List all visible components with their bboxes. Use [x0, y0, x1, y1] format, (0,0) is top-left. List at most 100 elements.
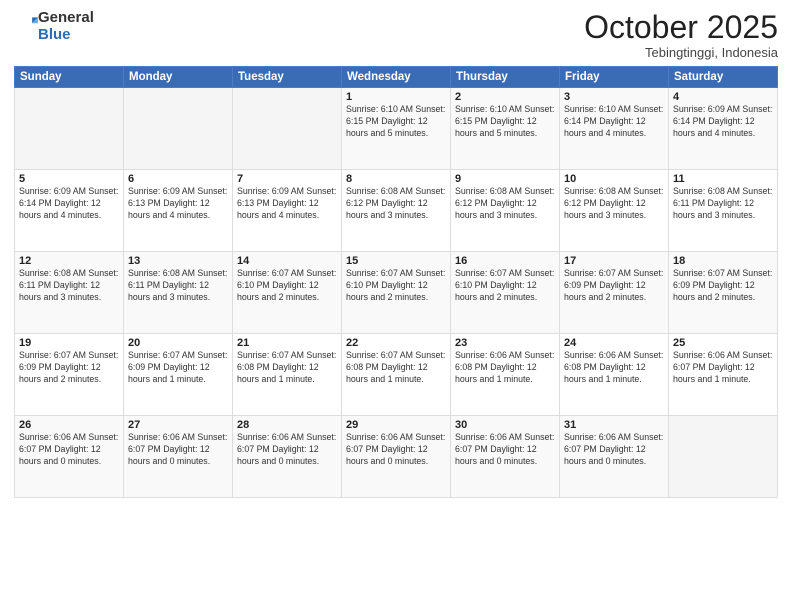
col-saturday: Saturday [669, 67, 778, 88]
calendar-cell-w5-d1: 26Sunrise: 6:06 AM Sunset: 6:07 PM Dayli… [15, 416, 124, 498]
calendar-cell-w4-d5: 23Sunrise: 6:06 AM Sunset: 6:08 PM Dayli… [451, 334, 560, 416]
calendar-cell-w4-d7: 25Sunrise: 6:06 AM Sunset: 6:07 PM Dayli… [669, 334, 778, 416]
day-number-11: 11 [673, 173, 773, 185]
week-row-5: 26Sunrise: 6:06 AM Sunset: 6:07 PM Dayli… [15, 416, 778, 498]
day-info-17: Sunrise: 6:07 AM Sunset: 6:09 PM Dayligh… [564, 268, 664, 304]
day-info-12: Sunrise: 6:08 AM Sunset: 6:11 PM Dayligh… [19, 268, 119, 304]
day-number-5: 5 [19, 173, 119, 185]
day-info-28: Sunrise: 6:06 AM Sunset: 6:07 PM Dayligh… [237, 432, 337, 468]
calendar-cell-w3-d4: 15Sunrise: 6:07 AM Sunset: 6:10 PM Dayli… [342, 252, 451, 334]
day-info-10: Sunrise: 6:08 AM Sunset: 6:12 PM Dayligh… [564, 186, 664, 222]
day-number-2: 2 [455, 91, 555, 103]
col-friday: Friday [560, 67, 669, 88]
calendar: Sunday Monday Tuesday Wednesday Thursday… [14, 66, 778, 498]
calendar-cell-w1-d7: 4Sunrise: 6:09 AM Sunset: 6:14 PM Daylig… [669, 88, 778, 170]
day-info-20: Sunrise: 6:07 AM Sunset: 6:09 PM Dayligh… [128, 350, 228, 386]
calendar-cell-w3-d1: 12Sunrise: 6:08 AM Sunset: 6:11 PM Dayli… [15, 252, 124, 334]
day-number-4: 4 [673, 91, 773, 103]
title-block: October 2025 Tebingtinggi, Indonesia [584, 10, 778, 60]
calendar-cell-w3-d6: 17Sunrise: 6:07 AM Sunset: 6:09 PM Dayli… [560, 252, 669, 334]
day-number-19: 19 [19, 337, 119, 349]
day-number-28: 28 [237, 419, 337, 431]
day-info-5: Sunrise: 6:09 AM Sunset: 6:14 PM Dayligh… [19, 186, 119, 222]
day-info-15: Sunrise: 6:07 AM Sunset: 6:10 PM Dayligh… [346, 268, 446, 304]
day-number-24: 24 [564, 337, 664, 349]
calendar-cell-w4-d1: 19Sunrise: 6:07 AM Sunset: 6:09 PM Dayli… [15, 334, 124, 416]
day-number-7: 7 [237, 173, 337, 185]
calendar-cell-w2-d1: 5Sunrise: 6:09 AM Sunset: 6:14 PM Daylig… [15, 170, 124, 252]
calendar-cell-w3-d7: 18Sunrise: 6:07 AM Sunset: 6:09 PM Dayli… [669, 252, 778, 334]
day-number-21: 21 [237, 337, 337, 349]
day-number-22: 22 [346, 337, 446, 349]
calendar-cell-w5-d5: 30Sunrise: 6:06 AM Sunset: 6:07 PM Dayli… [451, 416, 560, 498]
day-number-30: 30 [455, 419, 555, 431]
calendar-cell-w1-d2 [124, 88, 233, 170]
day-info-6: Sunrise: 6:09 AM Sunset: 6:13 PM Dayligh… [128, 186, 228, 222]
calendar-cell-w4-d2: 20Sunrise: 6:07 AM Sunset: 6:09 PM Dayli… [124, 334, 233, 416]
day-number-14: 14 [237, 255, 337, 267]
calendar-cell-w4-d6: 24Sunrise: 6:06 AM Sunset: 6:08 PM Dayli… [560, 334, 669, 416]
day-info-25: Sunrise: 6:06 AM Sunset: 6:07 PM Dayligh… [673, 350, 773, 386]
day-number-15: 15 [346, 255, 446, 267]
calendar-cell-w2-d6: 10Sunrise: 6:08 AM Sunset: 6:12 PM Dayli… [560, 170, 669, 252]
calendar-cell-w4-d3: 21Sunrise: 6:07 AM Sunset: 6:08 PM Dayli… [233, 334, 342, 416]
day-info-9: Sunrise: 6:08 AM Sunset: 6:12 PM Dayligh… [455, 186, 555, 222]
day-info-2: Sunrise: 6:10 AM Sunset: 6:15 PM Dayligh… [455, 104, 555, 140]
logo-general: General [38, 9, 94, 26]
week-row-4: 19Sunrise: 6:07 AM Sunset: 6:09 PM Dayli… [15, 334, 778, 416]
day-info-8: Sunrise: 6:08 AM Sunset: 6:12 PM Dayligh… [346, 186, 446, 222]
calendar-cell-w3-d3: 14Sunrise: 6:07 AM Sunset: 6:10 PM Dayli… [233, 252, 342, 334]
col-wednesday: Wednesday [342, 67, 451, 88]
day-info-3: Sunrise: 6:10 AM Sunset: 6:14 PM Dayligh… [564, 104, 664, 140]
day-info-21: Sunrise: 6:07 AM Sunset: 6:08 PM Dayligh… [237, 350, 337, 386]
day-number-26: 26 [19, 419, 119, 431]
week-row-2: 5Sunrise: 6:09 AM Sunset: 6:14 PM Daylig… [15, 170, 778, 252]
calendar-cell-w1-d3 [233, 88, 342, 170]
calendar-cell-w2-d5: 9Sunrise: 6:08 AM Sunset: 6:12 PM Daylig… [451, 170, 560, 252]
day-number-13: 13 [128, 255, 228, 267]
day-number-31: 31 [564, 419, 664, 431]
calendar-cell-w5-d2: 27Sunrise: 6:06 AM Sunset: 6:07 PM Dayli… [124, 416, 233, 498]
calendar-cell-w5-d3: 28Sunrise: 6:06 AM Sunset: 6:07 PM Dayli… [233, 416, 342, 498]
calendar-cell-w2-d7: 11Sunrise: 6:08 AM Sunset: 6:11 PM Dayli… [669, 170, 778, 252]
day-info-13: Sunrise: 6:08 AM Sunset: 6:11 PM Dayligh… [128, 268, 228, 304]
calendar-cell-w1-d5: 2Sunrise: 6:10 AM Sunset: 6:15 PM Daylig… [451, 88, 560, 170]
logo-text: General Blue [38, 10, 94, 43]
day-info-26: Sunrise: 6:06 AM Sunset: 6:07 PM Dayligh… [19, 432, 119, 468]
day-info-22: Sunrise: 6:07 AM Sunset: 6:08 PM Dayligh… [346, 350, 446, 386]
day-info-4: Sunrise: 6:09 AM Sunset: 6:14 PM Dayligh… [673, 104, 773, 140]
day-info-23: Sunrise: 6:06 AM Sunset: 6:08 PM Dayligh… [455, 350, 555, 386]
day-info-14: Sunrise: 6:07 AM Sunset: 6:10 PM Dayligh… [237, 268, 337, 304]
day-number-6: 6 [128, 173, 228, 185]
calendar-cell-w2-d3: 7Sunrise: 6:09 AM Sunset: 6:13 PM Daylig… [233, 170, 342, 252]
day-number-23: 23 [455, 337, 555, 349]
col-tuesday: Tuesday [233, 67, 342, 88]
calendar-cell-w3-d2: 13Sunrise: 6:08 AM Sunset: 6:11 PM Dayli… [124, 252, 233, 334]
day-number-12: 12 [19, 255, 119, 267]
day-number-17: 17 [564, 255, 664, 267]
header: General Blue October 2025 Tebingtinggi, … [14, 10, 778, 60]
day-info-27: Sunrise: 6:06 AM Sunset: 6:07 PM Dayligh… [128, 432, 228, 468]
week-row-3: 12Sunrise: 6:08 AM Sunset: 6:11 PM Dayli… [15, 252, 778, 334]
day-info-30: Sunrise: 6:06 AM Sunset: 6:07 PM Dayligh… [455, 432, 555, 468]
day-info-16: Sunrise: 6:07 AM Sunset: 6:10 PM Dayligh… [455, 268, 555, 304]
calendar-cell-w5-d4: 29Sunrise: 6:06 AM Sunset: 6:07 PM Dayli… [342, 416, 451, 498]
calendar-cell-w4-d4: 22Sunrise: 6:07 AM Sunset: 6:08 PM Dayli… [342, 334, 451, 416]
day-info-31: Sunrise: 6:06 AM Sunset: 6:07 PM Dayligh… [564, 432, 664, 468]
day-number-27: 27 [128, 419, 228, 431]
calendar-header-row: Sunday Monday Tuesday Wednesday Thursday… [15, 67, 778, 88]
day-number-29: 29 [346, 419, 446, 431]
day-number-3: 3 [564, 91, 664, 103]
page: General Blue October 2025 Tebingtinggi, … [0, 0, 792, 612]
day-number-9: 9 [455, 173, 555, 185]
day-number-25: 25 [673, 337, 773, 349]
day-info-24: Sunrise: 6:06 AM Sunset: 6:08 PM Dayligh… [564, 350, 664, 386]
day-number-20: 20 [128, 337, 228, 349]
day-info-1: Sunrise: 6:10 AM Sunset: 6:15 PM Dayligh… [346, 104, 446, 140]
day-info-19: Sunrise: 6:07 AM Sunset: 6:09 PM Dayligh… [19, 350, 119, 386]
logo-blue: Blue [38, 26, 71, 43]
calendar-cell-w1-d6: 3Sunrise: 6:10 AM Sunset: 6:14 PM Daylig… [560, 88, 669, 170]
day-info-7: Sunrise: 6:09 AM Sunset: 6:13 PM Dayligh… [237, 186, 337, 222]
calendar-cell-w5-d6: 31Sunrise: 6:06 AM Sunset: 6:07 PM Dayli… [560, 416, 669, 498]
calendar-cell-w1-d1 [15, 88, 124, 170]
